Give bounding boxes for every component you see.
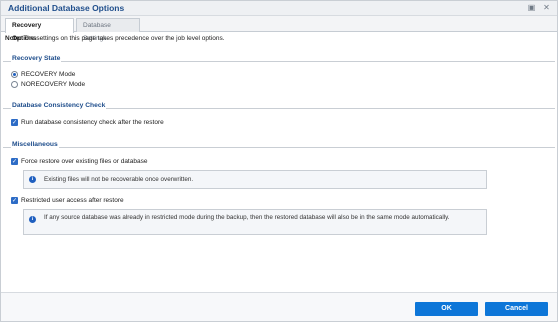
norecovery-mode-option[interactable]: NORECOVERY Mode (11, 81, 85, 88)
recovery-state-heading: Recovery State (11, 55, 62, 62)
note-text: The settings on this page takes preceden… (23, 35, 225, 42)
miscellaneous-divider (3, 147, 555, 148)
precedence-note: Note: The settings on this page takes pr… (5, 35, 225, 42)
recovery-mode-radio[interactable] (11, 71, 18, 78)
restricted-access-info-box: i If any source database was already in … (23, 209, 487, 235)
recovery-mode-option[interactable]: RECOVERY Mode (11, 71, 75, 78)
restricted-access-option[interactable]: ✓ Restricted user access after restore (11, 197, 124, 204)
norecovery-mode-label: NORECOVERY Mode (21, 81, 86, 88)
restore-window-icon[interactable]: ▣ (527, 3, 536, 12)
recovery-mode-label: RECOVERY Mode (21, 71, 76, 78)
force-restore-info-box: i Existing files will not be recoverable… (23, 170, 487, 189)
cancel-button[interactable]: Cancel (485, 302, 548, 316)
info-icon: i (29, 216, 36, 223)
tab-recovery-options[interactable]: Recovery Options (5, 18, 74, 42)
title-bar-controls: ▣ ✕ (527, 3, 551, 12)
ok-button[interactable]: OK (415, 302, 478, 316)
force-restore-info-text: Existing files will not be recoverable o… (44, 176, 194, 183)
dialog-footer: OK Cancel (1, 292, 557, 321)
dialog-title: Additional Database Options (8, 3, 125, 13)
close-icon[interactable]: ✕ (542, 3, 551, 12)
force-restore-checkbox[interactable]: ✓ (11, 158, 18, 165)
restricted-access-label: Restricted user access after restore (21, 197, 124, 204)
additional-database-options-dialog: Additional Database Options ▣ ✕ Recovery… (0, 0, 558, 322)
miscellaneous-heading: Miscellaneous (11, 141, 59, 148)
run-consistency-check-checkbox[interactable]: ✓ (11, 119, 18, 126)
tab-database-settings[interactable]: Database Settings (76, 18, 140, 42)
run-consistency-check-label: Run database consistency check after the… (21, 119, 164, 126)
restricted-access-checkbox[interactable]: ✓ (11, 197, 18, 204)
consistency-check-heading: Database Consistency Check (11, 102, 107, 109)
norecovery-mode-radio[interactable] (11, 81, 18, 88)
tab-strip: Recovery Options Database Settings (1, 16, 557, 42)
restricted-access-info-text: If any source database was already in re… (44, 214, 450, 221)
run-consistency-check-option[interactable]: ✓ Run database consistency check after t… (11, 119, 164, 126)
force-restore-option[interactable]: ✓ Force restore over existing files or d… (11, 158, 147, 165)
info-icon: i (29, 176, 36, 183)
recovery-state-divider (3, 61, 555, 62)
title-bar: Additional Database Options ▣ ✕ (1, 1, 557, 16)
force-restore-label: Force restore over existing files or dat… (21, 158, 148, 165)
